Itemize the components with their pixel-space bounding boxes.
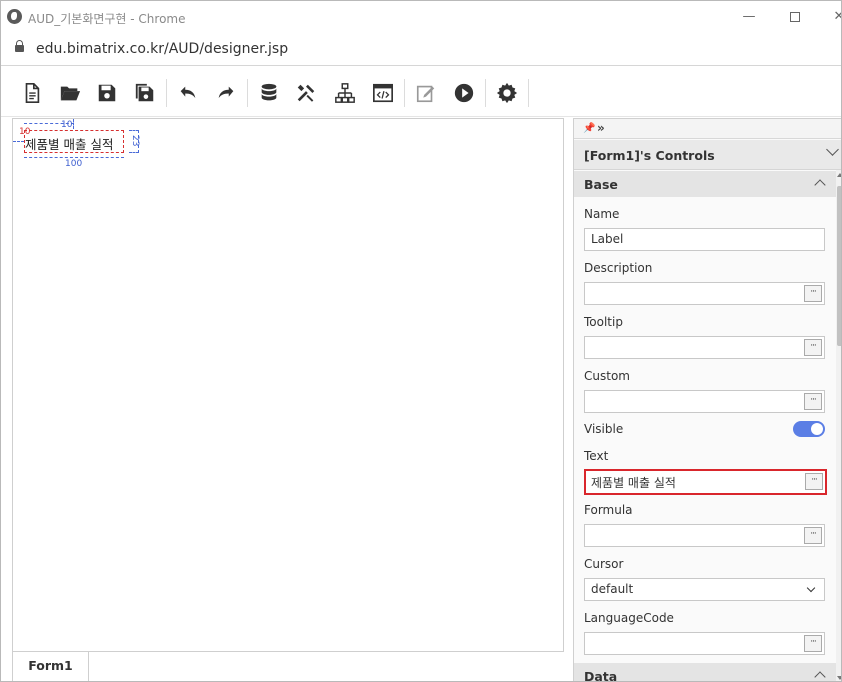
tools-icon [297, 84, 315, 102]
database-icon [261, 83, 277, 101]
undo-button[interactable] [175, 80, 201, 106]
open-folder-icon [60, 86, 81, 101]
controls-title: [Form1]'s Controls [584, 148, 715, 163]
chevron-up-icon[interactable] [814, 179, 826, 191]
lock-icon [15, 40, 24, 52]
group-header-data[interactable]: Data [574, 663, 836, 682]
selected-label-control[interactable]: 제품별 매출 실적 [24, 130, 124, 153]
save-button[interactable] [94, 80, 120, 106]
settings-button[interactable] [494, 80, 520, 106]
left-offset-guide [13, 141, 24, 142]
top-offset-value: 10 [61, 120, 73, 130]
toolbar-separator [247, 79, 248, 107]
edit-button[interactable] [413, 80, 439, 106]
chevron-up-icon[interactable] [814, 671, 826, 681]
width-guide [24, 157, 124, 158]
save-all-button[interactable] [132, 80, 158, 106]
scroll-up-icon[interactable] [837, 173, 841, 177]
redo-button[interactable] [213, 80, 239, 106]
app-favicon-icon [7, 9, 22, 24]
window-title: AUD_기본화면구현 - Chrome [28, 12, 186, 26]
group-header-base[interactable]: Base [574, 171, 836, 197]
top-offset-guide-tick [73, 119, 74, 129]
toolbar-separator [166, 79, 167, 107]
chevron-down-icon[interactable] [826, 143, 839, 156]
text-more-button[interactable]: ··· [805, 473, 823, 490]
prop-label-visible: Visible [584, 422, 624, 436]
toolbar-separator [404, 79, 405, 107]
cursor-select[interactable]: default [584, 578, 825, 601]
browser-window: AUD_기본화면구현 - Chrome — ✕ edu.bimatrix.co.… [0, 0, 842, 682]
height-value: 23 [130, 135, 140, 147]
save-all-icon [135, 83, 154, 102]
prop-label-cursor: Cursor [584, 557, 624, 571]
toggle-knob [811, 423, 823, 435]
property-panel: 📌 » [Form1]'s Controls Base Name Label D… [573, 118, 841, 682]
prop-label-text: Text [584, 449, 609, 463]
tooltip-more-button[interactable]: ··· [804, 339, 822, 356]
new-document-icon [25, 83, 40, 103]
open-folder-button[interactable] [57, 80, 83, 106]
formula-more-button[interactable]: ··· [804, 527, 822, 544]
pin-icon[interactable]: 📌 [583, 123, 595, 134]
address-bar: edu.bimatrix.co.kr/AUD/designer.jsp [1, 34, 841, 66]
toolbar-separator [485, 79, 486, 107]
toolbar-separator [528, 79, 529, 107]
scroll-down-icon[interactable] [837, 676, 841, 680]
prop-label-languagecode: LanguageCode [584, 611, 674, 625]
undo-icon [180, 86, 196, 99]
url-text[interactable]: edu.bimatrix.co.kr/AUD/designer.jsp [36, 41, 288, 57]
hierarchy-icon [335, 83, 355, 103]
play-icon [454, 83, 474, 103]
save-icon [98, 84, 116, 102]
maximize-button[interactable] [781, 5, 809, 29]
tools-button[interactable] [293, 80, 319, 106]
label-control-text: 제품별 매출 실적 [25, 137, 114, 152]
collapse-panel-icon[interactable]: » [597, 121, 605, 135]
settings-icon [496, 82, 518, 104]
description-input[interactable]: ··· [584, 282, 825, 305]
panel-pin-bar: 📌 » [574, 119, 841, 139]
tooltip-input[interactable]: ··· [584, 336, 825, 359]
minimize-button[interactable]: — [735, 5, 763, 29]
text-input[interactable]: 제품별 매출 실적 ··· [584, 469, 827, 495]
database-button[interactable] [256, 80, 282, 106]
prop-label-formula: Formula [584, 503, 633, 517]
description-more-button[interactable]: ··· [804, 285, 822, 302]
edit-icon [416, 85, 435, 103]
group-title-data: Data [584, 669, 618, 682]
prop-label-tooltip: Tooltip [584, 315, 623, 329]
close-button[interactable]: ✕ [825, 5, 841, 29]
prop-label-description: Description [584, 261, 653, 275]
redo-icon [218, 86, 234, 99]
languagecode-input[interactable]: ··· [584, 632, 825, 655]
scrollbar-thumb[interactable] [837, 186, 841, 346]
hierarchy-button[interactable] [332, 80, 358, 106]
text-input-value: 제품별 매출 실적 [591, 476, 676, 490]
custom-more-button[interactable]: ··· [804, 393, 822, 410]
name-input[interactable]: Label [584, 228, 825, 251]
tab-form1[interactable]: Form1 [12, 652, 89, 681]
code-window-button[interactable] [370, 80, 396, 106]
custom-input[interactable]: ··· [584, 390, 825, 413]
visible-toggle[interactable] [793, 421, 825, 437]
code-window-icon [373, 83, 393, 103]
width-value: 100 [65, 159, 83, 169]
languagecode-more-button[interactable]: ··· [804, 635, 822, 652]
prop-label-name: Name [584, 207, 620, 221]
formula-input[interactable]: ··· [584, 524, 825, 547]
prop-label-custom: Custom [584, 369, 630, 383]
new-document-button[interactable] [19, 80, 45, 106]
designer-toolbar [1, 67, 841, 117]
design-canvas[interactable]: 10 10 제품별 매출 실적 23 100 [12, 118, 564, 652]
title-bar: AUD_기본화면구현 - Chrome — ✕ [1, 1, 841, 34]
maximize-icon [790, 12, 800, 22]
group-title-base: Base [584, 177, 618, 192]
name-input-value: Label [591, 232, 624, 246]
panel-scrollbar[interactable] [836, 170, 841, 681]
run-button[interactable] [451, 80, 477, 106]
cursor-select-value: default [591, 582, 634, 596]
controls-header[interactable]: [Form1]'s Controls [574, 140, 841, 170]
chevron-down-icon [806, 583, 816, 593]
